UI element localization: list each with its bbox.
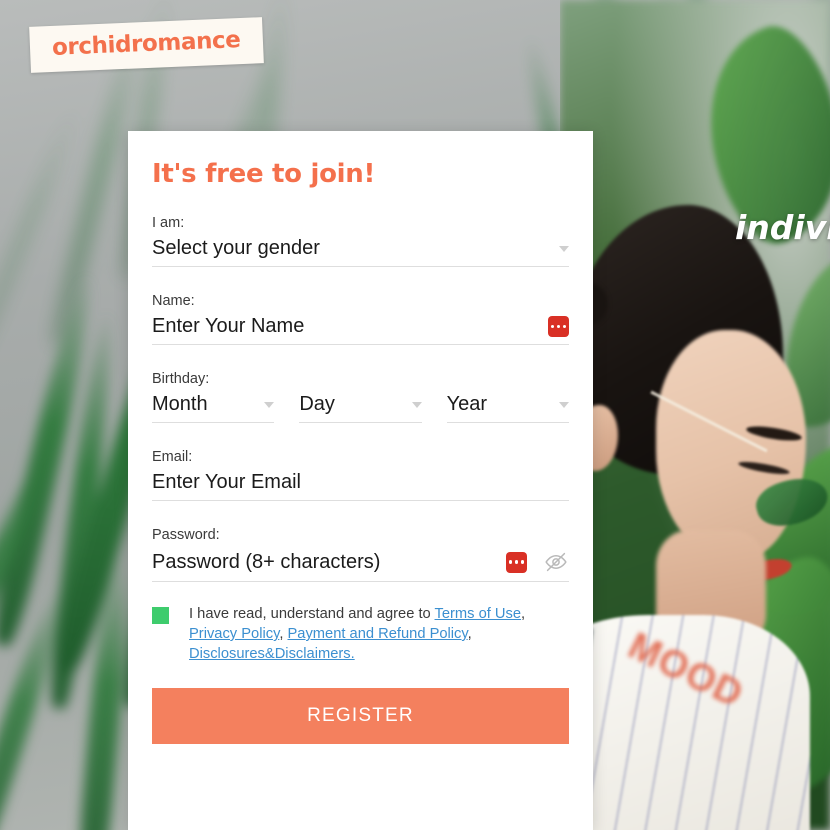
link-disclosures-disclaimers[interactable]: Disclosures&Disclaimers.	[189, 646, 355, 662]
link-privacy-policy[interactable]: Privacy Policy	[189, 626, 279, 642]
birthday-label: Birthday:	[152, 371, 210, 387]
birthday-year-col: Year	[446, 393, 569, 423]
logo-banner[interactable]: orchidromance	[29, 17, 264, 73]
password-manager-icon[interactable]	[506, 551, 527, 573]
terms-text: I have read, understand and agree to Ter…	[189, 604, 569, 664]
logo-text: orchidromance	[51, 27, 241, 61]
birthday-year-value: Year	[446, 393, 488, 415]
password-manager-icon[interactable]	[548, 316, 569, 337]
registration-card: It's free to join! I am: Select your gen…	[128, 131, 593, 830]
birthday-day-select[interactable]: Day	[299, 393, 422, 423]
link-payment-refund-policy[interactable]: Payment and Refund Policy	[288, 626, 468, 642]
name-field: Name: Enter Your Name	[152, 293, 569, 345]
gender-label: I am:	[152, 215, 185, 231]
email-input[interactable]: Enter Your Email	[152, 471, 569, 494]
terms-intro: I have read, understand and agree to	[189, 606, 435, 622]
hero-tagline: indivi	[735, 208, 830, 247]
chevron-down-icon	[264, 401, 275, 408]
chevron-down-icon	[559, 245, 569, 252]
password-input-row[interactable]: Password (8+ characters)	[152, 549, 569, 582]
birthday-month-select[interactable]: Month	[152, 393, 275, 423]
birthday-year-select[interactable]: Year	[446, 393, 569, 423]
terms-row: I have read, understand and agree to Ter…	[152, 604, 569, 664]
eye-off-icon[interactable]	[543, 549, 569, 575]
birthday-month-value: Month	[152, 393, 208, 415]
chevron-down-icon	[411, 401, 422, 408]
register-button[interactable]: REGISTER	[152, 688, 569, 744]
password-field: Password: Password (8+ characters)	[152, 527, 569, 582]
birthday-field: Birthday: Month Day Year	[152, 371, 569, 423]
page-root: MOOD orchidromance indivi It's free to j…	[0, 0, 830, 830]
email-label: Email:	[152, 449, 193, 465]
terms-checkbox[interactable]	[152, 607, 169, 624]
birthday-day-value: Day	[299, 393, 335, 415]
card-title: It's free to join!	[152, 159, 376, 189]
gender-field: I am: Select your gender	[152, 215, 569, 267]
birthday-month-col: Month	[152, 393, 275, 423]
birthday-day-col: Day	[299, 393, 422, 423]
terms-sep-1: ,	[279, 626, 288, 642]
name-input[interactable]: Enter Your Name	[152, 315, 540, 338]
name-label: Name:	[152, 293, 195, 309]
gender-value: Select your gender	[152, 237, 320, 259]
name-input-row[interactable]: Enter Your Name	[152, 315, 569, 345]
password-label: Password:	[152, 527, 220, 543]
terms-sep-0: ,	[521, 606, 526, 622]
terms-sep-2: ,	[467, 626, 472, 642]
link-terms-of-use[interactable]: Terms of Use	[435, 606, 522, 622]
password-input[interactable]: Password (8+ characters)	[152, 551, 498, 574]
gender-select[interactable]: Select your gender	[152, 237, 569, 267]
chevron-down-icon	[558, 401, 569, 408]
background-portrait: MOOD	[560, 0, 830, 830]
email-input-row[interactable]: Enter Your Email	[152, 471, 569, 501]
email-field: Email: Enter Your Email	[152, 449, 569, 501]
